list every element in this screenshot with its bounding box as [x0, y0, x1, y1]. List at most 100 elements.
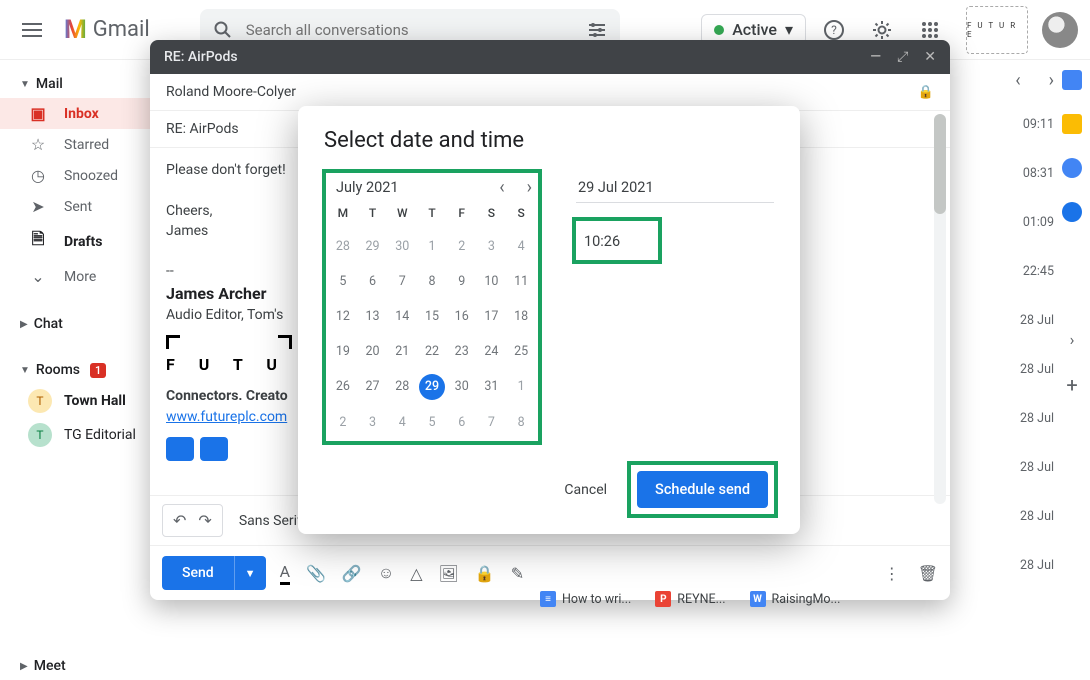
next-month-icon[interactable]: ›	[527, 177, 532, 198]
account-avatar[interactable]	[1042, 12, 1078, 48]
calendar-day[interactable]: 28	[387, 374, 417, 400]
confidential-icon[interactable]: 🔒	[475, 564, 495, 583]
doc-chip[interactable]: ≡How to wri...	[540, 591, 631, 607]
calendar-day[interactable]: 7	[387, 269, 417, 294]
calendar-day[interactable]: 28	[328, 234, 358, 259]
date-input[interactable]	[576, 173, 774, 203]
minimize-icon[interactable]: —	[870, 49, 881, 65]
drafts-icon: 🗎	[28, 228, 48, 255]
prev-month-icon[interactable]: ‹	[499, 177, 504, 198]
tasks-addon-icon[interactable]	[1062, 158, 1082, 178]
calendar-day[interactable]: 20	[358, 339, 388, 364]
calendar-day[interactable]: 21	[387, 339, 417, 364]
image-icon[interactable]: 🖼	[439, 564, 459, 583]
meet-section-head[interactable]: ▶Meet	[0, 652, 230, 680]
calendar-day[interactable]: 6	[358, 269, 388, 294]
keep-addon-icon[interactable]	[1062, 114, 1082, 134]
calendar-day[interactable]: 19	[328, 339, 358, 364]
calendar-day[interactable]: 31	[477, 374, 507, 400]
sent-icon: ➤	[28, 197, 48, 216]
calendar-day[interactable]: 12	[328, 304, 358, 329]
calendar-day[interactable]: 17	[477, 304, 507, 329]
calendar-day[interactable]: 3	[477, 234, 507, 259]
calendar-day[interactable]: 4	[506, 234, 536, 259]
pen-icon[interactable]: ✎	[511, 564, 524, 583]
font-select[interactable]: Sans Serif	[233, 509, 308, 533]
calendar-day[interactable]: 24	[477, 339, 507, 364]
status-dot-icon	[714, 25, 724, 35]
calendar-day[interactable]: 23	[447, 339, 477, 364]
search-options-icon[interactable]	[588, 22, 606, 38]
msg-time: 28 Jul	[974, 558, 1054, 573]
calendar-day[interactable]: 5	[417, 410, 447, 435]
calendar-day[interactable]: 3	[358, 410, 388, 435]
attach-icon[interactable]: 📎	[306, 564, 326, 583]
send-button[interactable]: Send	[162, 556, 234, 590]
calendar-day[interactable]: 2	[328, 410, 358, 435]
calendar-day[interactable]: 30	[387, 234, 417, 259]
room-avatar-icon: T	[28, 423, 52, 447]
close-icon[interactable]: ✕	[924, 49, 936, 65]
social-icon[interactable]	[200, 437, 228, 461]
main-menu-button[interactable]	[12, 10, 52, 50]
emoji-icon[interactable]: ☺	[378, 563, 394, 583]
chevron-down-icon: ⌄	[28, 267, 48, 286]
calendar-day[interactable]: 10	[477, 269, 507, 294]
calendar-day[interactable]: 27	[358, 374, 388, 400]
clock-icon: ◷	[28, 166, 48, 185]
search-input[interactable]	[246, 21, 574, 39]
calendar-day[interactable]: 9	[447, 269, 477, 294]
dow-label: M	[328, 206, 358, 220]
social-icon[interactable]	[166, 437, 194, 461]
redo-icon[interactable]: ↷	[198, 511, 211, 530]
cancel-button[interactable]: Cancel	[558, 474, 613, 506]
calendar-day[interactable]: 5	[328, 269, 358, 294]
calendar-day[interactable]: 18	[506, 304, 536, 329]
gmail-logo: MGmail	[64, 15, 150, 45]
calendar-day[interactable]: 29	[358, 234, 388, 259]
calendar-day[interactable]: 8	[417, 269, 447, 294]
add-addon-icon[interactable]: +	[1066, 373, 1077, 397]
calendar-day[interactable]: 13	[358, 304, 388, 329]
link-icon[interactable]: 🔗	[342, 564, 362, 583]
more-options-icon[interactable]: ⋮	[884, 564, 900, 583]
drive-icon[interactable]: △	[410, 564, 422, 583]
time-input[interactable]	[584, 233, 636, 250]
calendar-day[interactable]: 15	[417, 304, 447, 329]
calendar-day[interactable]: 8	[506, 410, 536, 435]
calendar-day[interactable]: 1	[506, 374, 536, 400]
msg-time: 28 Jul	[974, 411, 1054, 426]
calendar-day[interactable]: 14	[387, 304, 417, 329]
calendar-day[interactable]: 25	[506, 339, 536, 364]
show-side-panel-icon[interactable]: ›	[1070, 330, 1075, 349]
svg-text:?: ?	[831, 23, 837, 37]
text-format-icon[interactable]: A	[280, 562, 290, 585]
undo-icon[interactable]: ↶	[173, 511, 186, 530]
calendar-day[interactable]: 30	[447, 374, 477, 400]
calendar-picker: July 2021 ‹ › MTWTFSS2829301234567891011…	[324, 171, 540, 443]
calendar-day[interactable]: 26	[328, 374, 358, 400]
calendar-day[interactable]: 29	[419, 374, 445, 400]
schedule-send-button[interactable]: Schedule send	[637, 471, 768, 508]
fullscreen-icon[interactable]: ⤢	[897, 49, 908, 65]
calendar-addon-icon[interactable]	[1062, 70, 1082, 90]
calendar-day[interactable]: 1	[417, 234, 447, 259]
doc-chip[interactable]: WRaisingMo...	[750, 591, 841, 607]
discard-icon[interactable]: 🗑	[918, 564, 938, 583]
compose-titlebar[interactable]: RE: AirPods — ⤢ ✕	[150, 40, 950, 74]
doc-chip[interactable]: PREYNE...	[655, 591, 725, 607]
msg-time: 28 Jul	[974, 460, 1054, 475]
calendar-day[interactable]: 7	[477, 410, 507, 435]
calendar-day[interactable]: 4	[387, 410, 417, 435]
status-label: Active	[732, 20, 777, 39]
contacts-addon-icon[interactable]	[1062, 202, 1082, 222]
calendar-day[interactable]: 2	[447, 234, 477, 259]
signature-link[interactable]: www.futureplc.com	[166, 409, 287, 425]
calendar-day[interactable]: 22	[417, 339, 447, 364]
send-options-button[interactable]: ▼	[234, 556, 266, 590]
compose-scrollbar[interactable]	[934, 114, 946, 504]
calendar-day[interactable]: 16	[447, 304, 477, 329]
calendar-day[interactable]: 6	[447, 410, 477, 435]
prev-page-icon[interactable]: ‹	[1015, 70, 1020, 91]
calendar-day[interactable]: 11	[506, 269, 536, 294]
